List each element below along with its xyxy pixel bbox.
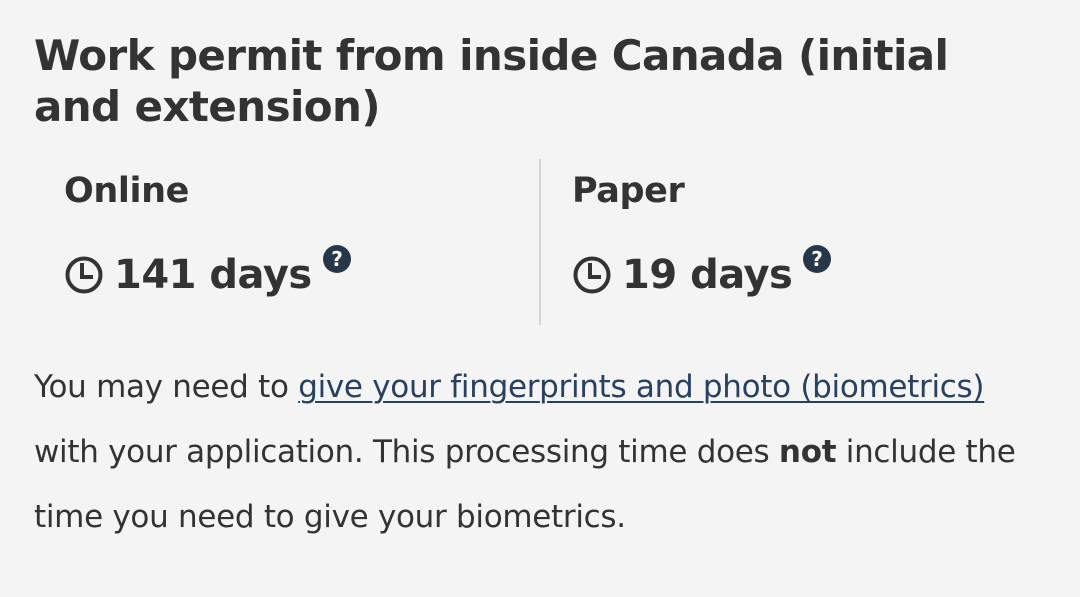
- method-paper: Paper 19 days ?: [572, 168, 1012, 300]
- clock-icon: [64, 255, 104, 295]
- method-label-paper: Paper: [572, 171, 685, 211]
- question-circle-icon[interactable]: ?: [322, 244, 352, 274]
- biometrics-link[interactable]: give your fingerprints and photo (biomet…: [298, 369, 984, 405]
- note-emphasis: not: [778, 434, 837, 470]
- column-divider: [539, 159, 541, 325]
- clock-icon: [572, 255, 612, 295]
- svg-text:?: ?: [331, 247, 343, 271]
- method-online: Online 141 days ?: [64, 168, 504, 300]
- processing-time-value-paper: 19 days: [622, 252, 793, 298]
- svg-text:?: ?: [812, 247, 824, 271]
- method-label-online: Online: [64, 171, 189, 211]
- note-prefix: You may need to: [34, 369, 299, 405]
- biometrics-note: You may need to give your fingerprints a…: [34, 355, 1054, 550]
- processing-time-online: 141 days ?: [64, 245, 504, 300]
- question-circle-icon[interactable]: ?: [802, 244, 832, 274]
- note-middle: with your application. This processing t…: [34, 434, 779, 470]
- processing-time-paper: 19 days ?: [572, 245, 1012, 300]
- processing-time-value-online: 141 days: [114, 252, 312, 298]
- page-title: Work permit from inside Canada (initial …: [34, 31, 949, 131]
